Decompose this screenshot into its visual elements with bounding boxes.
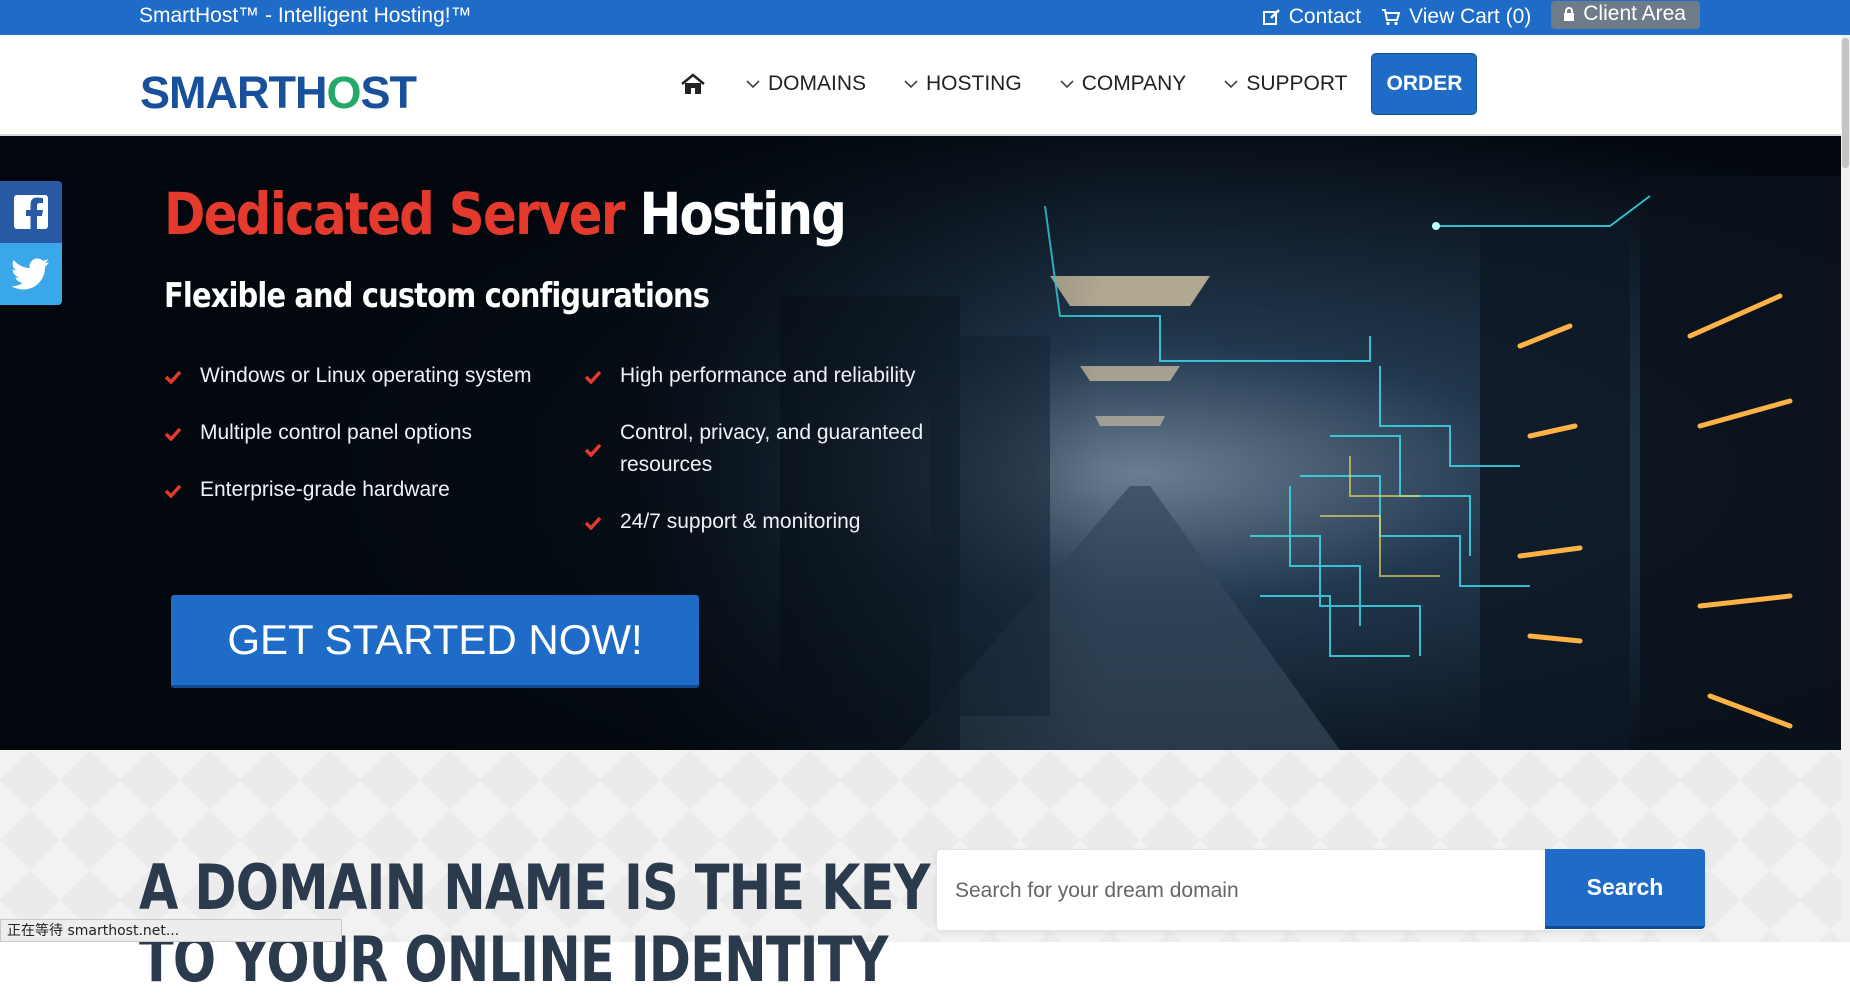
- facebook-icon: [14, 195, 48, 230]
- feature-text: 24/7 support & monitoring: [620, 510, 861, 533]
- check-icon: [164, 370, 182, 384]
- tagline: SmartHost™ - Intelligent Hosting!™: [139, 4, 472, 27]
- cart-icon: [1382, 9, 1401, 26]
- check-icon: [584, 443, 602, 457]
- cart-label: View Cart (0): [1409, 5, 1532, 28]
- scrollbar-thumb[interactable]: [1842, 38, 1849, 168]
- contact-link[interactable]: Contact: [1262, 5, 1362, 29]
- domain-heading-line-1: A DOMAIN NAME IS THE KEY: [139, 851, 930, 924]
- facebook-share-button[interactable]: [0, 181, 62, 243]
- edit-icon: [1262, 9, 1280, 25]
- chevron-down-icon: [1060, 79, 1074, 88]
- page-scrollbar[interactable]: [1841, 35, 1850, 942]
- check-icon: [164, 484, 182, 498]
- logo-globe: O: [326, 67, 361, 118]
- nav-domains[interactable]: DOMAINS: [746, 72, 866, 96]
- top-bar: SmartHost™ - Intelligent Hosting!™ Conta…: [0, 0, 1850, 35]
- nav-label: SUPPORT: [1246, 72, 1348, 95]
- lock-icon: [1564, 6, 1575, 21]
- check-icon: [584, 516, 602, 530]
- top-links: Contact View Cart (0) Client Area: [1262, 1, 1700, 32]
- home-icon[interactable]: [680, 73, 706, 95]
- hero-title-rest: Hosting: [639, 180, 847, 248]
- domain-search-box: Search: [936, 849, 1705, 932]
- contact-label: Contact: [1288, 5, 1362, 28]
- smarthost-logo[interactable]: SMARTHOST: [140, 67, 418, 119]
- browser-status-bar: 正在等待 smarthost.net...: [0, 919, 342, 942]
- check-icon: [164, 427, 182, 441]
- logo-text-end: ST: [360, 67, 418, 118]
- feature-text: Multiple control panel options: [200, 421, 472, 444]
- chevron-down-icon: [1224, 79, 1238, 88]
- main-header: SMARTHOST DOMAINS HOSTING COMPANY SUPPOR…: [0, 35, 1850, 136]
- nav-label: HOSTING: [926, 72, 1022, 95]
- client-area-label: Client Area: [1583, 2, 1686, 25]
- twitter-share-button[interactable]: [0, 243, 62, 305]
- chevron-down-icon: [904, 79, 918, 88]
- domain-search-input[interactable]: [953, 850, 1477, 932]
- logo-text: SMARTH: [140, 67, 327, 118]
- feature-item: Windows or Linux operating system: [164, 360, 544, 392]
- nav-label: DOMAINS: [768, 72, 867, 95]
- feature-text: High performance and reliability: [620, 364, 916, 387]
- hero-title-highlight: Dedicated Server: [164, 180, 626, 248]
- hero-title: Dedicated Server Hosting: [164, 180, 847, 248]
- feature-item: 24/7 support & monitoring: [584, 506, 924, 538]
- nav-label: COMPANY: [1081, 72, 1187, 95]
- feature-text: Windows or Linux operating system: [200, 364, 532, 387]
- nav-hosting[interactable]: HOSTING: [904, 72, 1022, 96]
- domain-search-button[interactable]: Search: [1545, 849, 1705, 929]
- hero-subtitle: Flexible and custom configurations: [164, 276, 710, 316]
- order-button[interactable]: ORDER: [1371, 53, 1478, 115]
- nav-support[interactable]: SUPPORT: [1224, 72, 1347, 96]
- feature-item: High performance and reliability: [584, 360, 924, 392]
- view-cart-link[interactable]: View Cart (0): [1381, 5, 1531, 29]
- feature-text: Control, privacy, and guaranteed resourc…: [620, 421, 924, 476]
- feature-text: Enterprise-grade hardware: [200, 478, 450, 501]
- nav-company[interactable]: COMPANY: [1060, 72, 1187, 96]
- client-area-button[interactable]: Client Area: [1551, 1, 1700, 29]
- check-icon: [584, 370, 602, 384]
- feature-item: Multiple control panel options: [164, 417, 544, 449]
- twitter-icon: [12, 258, 49, 290]
- feature-item: Enterprise-grade hardware: [164, 474, 544, 506]
- main-nav: DOMAINS HOSTING COMPANY SUPPORT ORDER: [680, 53, 1478, 115]
- hero-banner: Dedicated Server Hosting Flexible and cu…: [0, 136, 1841, 750]
- chevron-down-icon: [746, 79, 760, 88]
- domain-search-section: A DOMAIN NAME IS THE KEY TO YOUR ONLINE …: [0, 750, 1841, 996]
- get-started-button[interactable]: GET STARTED NOW!: [171, 595, 699, 688]
- feature-item: Control, privacy, and guaranteed resourc…: [584, 417, 924, 481]
